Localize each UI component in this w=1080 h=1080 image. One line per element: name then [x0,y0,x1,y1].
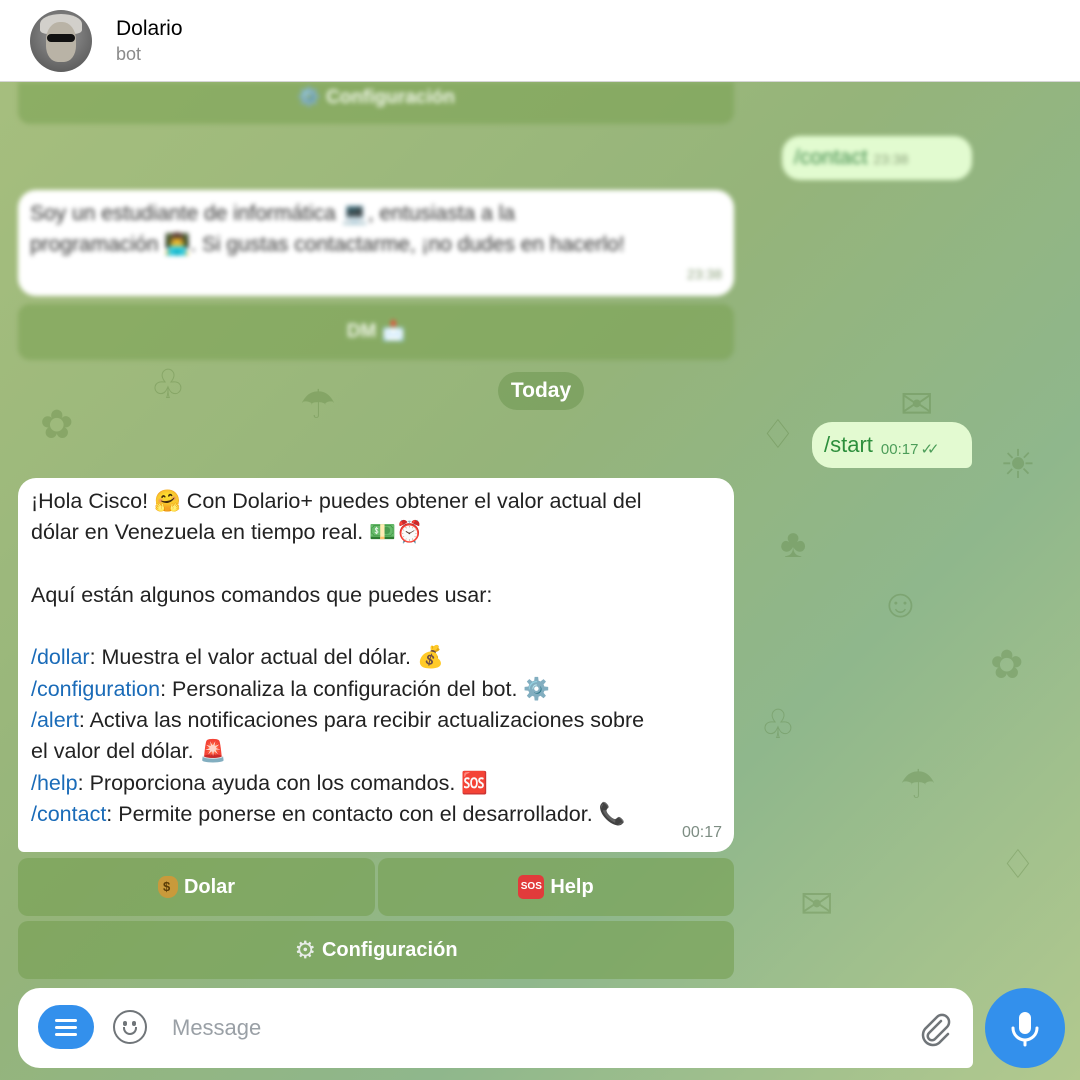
microphone-icon [1011,1012,1039,1047]
history-contact-time: 23:38 [873,151,909,167]
command-link-help[interactable]: /help [31,771,78,795]
message-line-3: Aquí están algunos comandos que puedes u… [31,582,493,607]
history-dm-button: DM 📩 [18,304,734,360]
command-alert-line-2: el valor del dólar. 🚨 [31,739,227,764]
double-check-icon: ✓✓ [920,441,939,458]
keyboard-configuracion-button[interactable]: ⚙ Configuración [18,921,734,979]
bot-menu-button[interactable] [38,1005,94,1049]
emoji-mouth [123,1027,137,1035]
outgoing-message-text: /start [824,432,873,457]
outgoing-message-time: 00:17 [880,440,919,458]
command-link-configuration[interactable]: /configuration [31,677,160,701]
command-link-dollar[interactable]: /dollar [31,645,90,669]
keyboard-configuracion-label: Configuración [321,938,458,961]
history-contact-reply: Soy un estudiante de informática 💻, entu… [18,190,734,296]
sos-icon: SOS [518,875,545,899]
command-alert-desc: : Activa las notificaciones para recibir… [78,708,645,733]
history-contact-text: /contact [794,146,868,169]
chat-header-info: Dolario bot [116,16,183,66]
history-reply-line1: Soy un estudiante de informática 💻, entu… [30,202,515,225]
history-dm-button-label: DM 📩 [346,321,406,342]
command-link-contact[interactable]: /contact [31,802,106,826]
menu-icon-line [55,1019,77,1022]
command-dollar-desc: : Muestra el valor actual del dólar. 💰 [89,645,444,670]
chat-subtitle: bot [116,43,142,64]
history-config-button-label: ⚙️ Configuración [297,87,455,108]
message-line-2: dólar en Venezuela en tiempo real. 💵⏰ [31,520,423,545]
gear-icon: ⚙ [294,936,316,964]
command-link-alert[interactable]: /alert [31,708,79,732]
attach-icon[interactable] [914,1008,954,1048]
command-contact-desc: : Permite ponerse en contacto con el des… [106,801,626,826]
emoji-eye [132,1021,136,1026]
keyboard-help-label: Help [550,875,594,898]
menu-icon-line [55,1033,77,1036]
incoming-message-time: 00:17 [681,823,722,841]
history-reply-time: 23:38 [686,266,722,282]
microphone-button[interactable] [985,988,1065,1068]
command-configuration-desc: : Personaliza la configuración del bot. … [160,676,551,701]
keyboard-help-button[interactable]: SOS Help [378,858,734,916]
history-config-button: ⚙️ Configuración [18,82,734,124]
command-alert-line: /alert: Activa las notificaciones para r… [31,705,722,736]
message-input[interactable] [172,1008,892,1048]
date-divider: Today [498,372,584,410]
message-composer [18,988,973,1068]
command-contact-line: /contact: Permite ponerse en contacto co… [31,799,722,830]
menu-icon-line [55,1026,77,1029]
keyboard-dolar-button[interactable]: Dolar [18,858,375,916]
avatar[interactable] [30,9,92,72]
message-line-1: ¡Hola Cisco! 🤗 Con Dolario+ puedes obten… [31,489,642,513]
history-reply-line2: programación 👨‍💻. Si gustas contactarme,… [30,233,625,256]
blurred-history: ⚙️ Configuración /contact 23:38 Soy un e… [0,82,1080,366]
emoji-eye [123,1021,127,1026]
chat-title: Dolario [116,16,183,40]
outgoing-message[interactable]: /start 00:17 ✓✓ [812,422,972,468]
incoming-message[interactable]: ¡Hola Cisco! 🤗 Con Dolario+ puedes obten… [18,478,734,852]
command-help-line: /help: Proporciona ayuda con los comando… [31,768,722,799]
avatar-face [46,21,76,62]
command-help-desc: : Proporciona ayuda con los comandos. 🆘 [77,770,489,795]
keyboard-dolar-label: Dolar [183,875,236,898]
avatar-glasses [47,33,75,42]
command-dollar-line: /dollar: Muestra el valor actual del dól… [31,642,722,673]
emoji-icon[interactable] [113,1010,147,1044]
chat-header[interactable]: Dolario bot [0,0,1080,82]
history-contact-message: /contact 23:38 [782,136,972,180]
command-configuration-line: /configuration: Personaliza la configura… [31,674,722,705]
money-bag-icon [157,876,178,898]
